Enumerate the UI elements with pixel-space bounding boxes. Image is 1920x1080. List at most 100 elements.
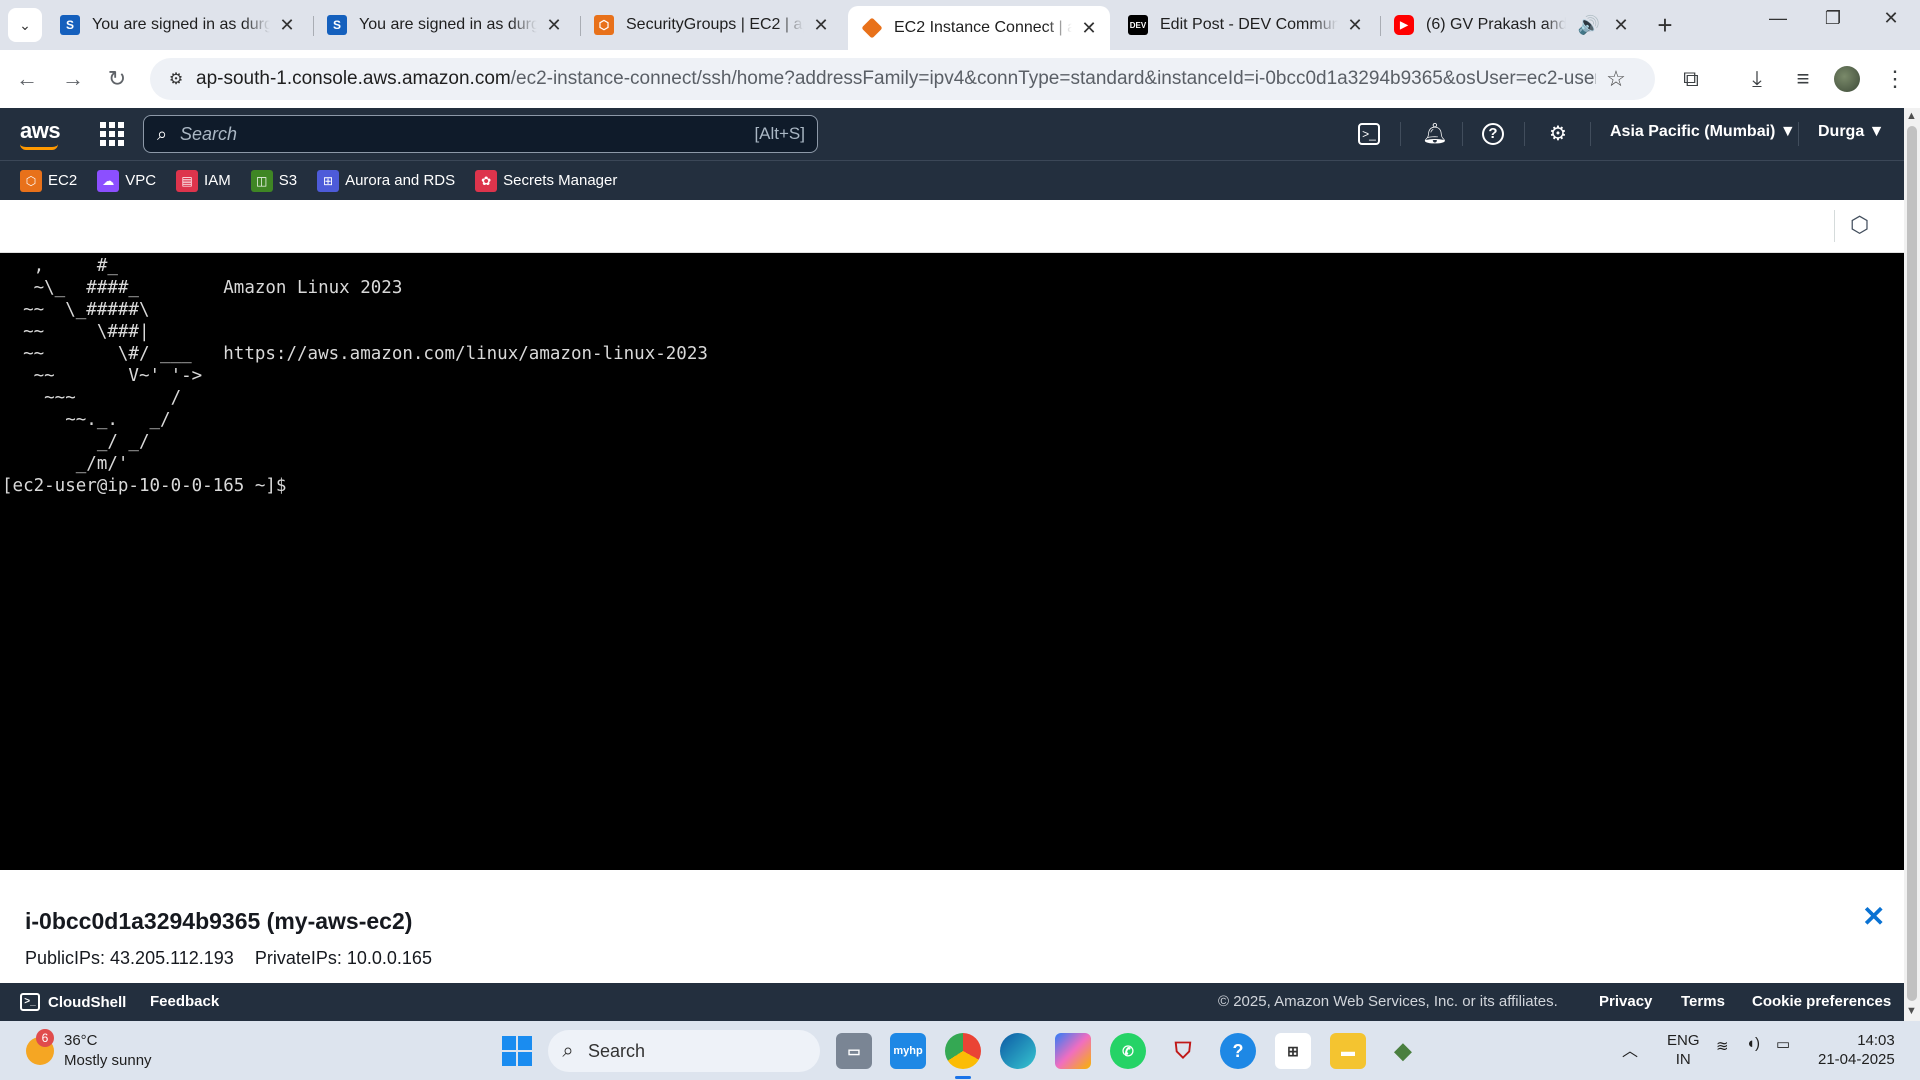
whatsapp-icon[interactable]: ✆ <box>1110 1033 1146 1069</box>
bell-icon[interactable]: 🔔︎ <box>1421 120 1449 148</box>
instance-info-panel: i-0bcc0d1a3294b9365 (my-aws-ec2) PublicI… <box>0 870 1904 983</box>
back-arrow-icon[interactable]: ← <box>12 64 42 94</box>
terms-link[interactable]: Terms <box>1681 993 1725 1010</box>
taskbar-search[interactable]: ⌕ Search <box>548 1030 820 1072</box>
myhp-icon[interactable]: myhp <box>890 1033 926 1069</box>
app-icon[interactable]: ◆ <box>1385 1033 1421 1069</box>
file-explorer-icon[interactable]: ▬ <box>1330 1033 1366 1069</box>
close-icon[interactable]: ✕ <box>1612 15 1630 36</box>
clock[interactable]: 14:03 21-04-2025 <box>1818 1031 1895 1069</box>
profile-avatar[interactable] <box>1834 66 1860 92</box>
forward-arrow-icon[interactable]: → <box>58 64 88 94</box>
help-icon[interactable]: ? <box>1482 123 1504 145</box>
ec2-favicon-icon: ⬡ <box>594 15 614 35</box>
browser-toolbar: ← → ↻ ⚙ ap-south-1.console.aws.amazon.co… <box>0 50 1920 108</box>
feedback-link[interactable]: Feedback <box>150 993 219 1010</box>
extensions-icon[interactable]: ⧉ <box>1676 66 1706 92</box>
close-icon[interactable]: ✕ <box>278 15 296 36</box>
instance-ips: PublicIPs: 43.205.112.193 PrivateIPs: 10… <box>25 948 448 969</box>
tab-title: Edit Post - DEV Community <box>1160 16 1338 33</box>
instance-connect-toolbar: ⬡ <box>0 200 1904 253</box>
favorite-aurora-rds[interactable]: ⊞ Aurora and RDS <box>317 169 455 192</box>
close-icon[interactable]: ✕ <box>1080 18 1098 39</box>
restore-button[interactable]: ❐ <box>1813 8 1853 29</box>
edge-icon[interactable] <box>1000 1033 1036 1069</box>
weather-condition: Mostly sunny <box>64 1052 152 1069</box>
media-control-icon[interactable]: ≡ <box>1788 66 1818 92</box>
cloudshell-button[interactable]: >_ CloudShell <box>20 993 126 1011</box>
gear-icon[interactable]: ⚙ <box>1544 120 1572 148</box>
tab-title: EC2 Instance Connect | ap- <box>894 19 1072 36</box>
account-menu[interactable]: Durga ▼ <box>1818 123 1885 141</box>
ssh-terminal[interactable]: , #_ ~\_ ####_ Amazon Linux 2023 ~~ \_##… <box>0 253 1904 870</box>
task-view-icon[interactable]: ▭ <box>836 1033 872 1069</box>
speaker-icon[interactable]: 🔊 <box>1574 15 1604 36</box>
wifi-icon[interactable]: ≋ <box>1716 1037 1729 1055</box>
volume-icon[interactable]: ◖) <box>1746 1035 1760 1052</box>
weather-widget[interactable]: 6 36°C Mostly sunny <box>26 1029 152 1071</box>
services-grid-icon[interactable] <box>100 122 124 146</box>
language-indicator[interactable]: ENG IN <box>1667 1031 1700 1069</box>
favorite-iam[interactable]: ▤ IAM <box>176 169 231 192</box>
url-text[interactable]: ap-south-1.console.aws.amazon.com/ec2-in… <box>196 68 1596 90</box>
browser-tab-2[interactable]: S You are signed in as durga ✕ <box>313 6 575 44</box>
privacy-link[interactable]: Privacy <box>1599 993 1652 1010</box>
bookmark-star-icon[interactable]: ☆ <box>1596 66 1636 92</box>
browser-tab-active[interactable]: EC2 Instance Connect | ap- ✕ <box>848 6 1110 50</box>
address-bar[interactable]: ⚙ ap-south-1.console.aws.amazon.com/ec2-… <box>150 58 1655 100</box>
private-ip: PrivateIPs: 10.0.0.165 <box>254 948 432 968</box>
browser-tab-3[interactable]: ⬡ SecurityGroups | EC2 | ap-s ✕ <box>580 6 842 44</box>
favorite-ec2[interactable]: ⬡ EC2 <box>20 169 77 192</box>
cube-favicon-icon <box>861 17 883 39</box>
download-icon[interactable]: ⤓ <box>1742 66 1772 92</box>
site-info-icon[interactable]: ⚙ <box>156 69 196 89</box>
scroll-up-arrow-icon[interactable]: ▲ <box>1906 110 1917 122</box>
favorite-s3[interactable]: ◫ S3 <box>250 169 297 192</box>
dev-favicon-icon: DEV <box>1128 15 1148 35</box>
ec2-icon: ⬡ <box>20 169 42 192</box>
favorite-vpc[interactable]: ☁ VPC <box>97 169 156 192</box>
close-icon[interactable]: ✕ <box>1346 15 1364 36</box>
aws-logo[interactable]: aws <box>20 118 61 150</box>
copyright: © 2025, Amazon Web Services, Inc. or its… <box>1218 993 1558 1010</box>
page-scrollbar[interactable]: ▲ ▼ <box>1904 108 1920 1021</box>
close-icon[interactable]: ✕ <box>1862 900 1885 933</box>
favorite-secrets-manager[interactable]: ✿ Secrets Manager <box>475 169 617 192</box>
cookie-preferences-link[interactable]: Cookie preferences <box>1752 993 1891 1010</box>
browser-tab-5[interactable]: DEV Edit Post - DEV Community ✕ <box>1114 6 1376 44</box>
minimize-button[interactable]: — <box>1758 8 1798 29</box>
search-shortcut: [Alt+S] <box>754 124 805 143</box>
close-icon[interactable]: ✕ <box>812 15 830 36</box>
mcafee-icon[interactable]: ⛉ <box>1165 1033 1201 1069</box>
region-selector[interactable]: Asia Pacific (Mumbai) ▼ <box>1610 123 1796 141</box>
rds-icon: ⊞ <box>317 169 340 192</box>
terminal-line: ~~ \###| <box>2 322 150 342</box>
scroll-down-arrow-icon[interactable]: ▼ <box>1906 1005 1917 1017</box>
tab-search-button[interactable]: ⌄ <box>8 8 42 42</box>
cloudshell-icon[interactable]: >_ <box>1358 123 1380 145</box>
store-icon[interactable]: ⊞ <box>1275 1033 1311 1069</box>
terminal-line: [ec2-user@ip-10-0-0-165 ~]$ <box>2 476 298 496</box>
reload-icon[interactable]: ↻ <box>102 64 132 94</box>
close-icon[interactable]: ✕ <box>545 15 563 36</box>
settings-hex-icon[interactable]: ⬡ <box>1850 212 1869 238</box>
terminal-line: _/m/' <box>2 454 129 474</box>
terminal-icon: >_ <box>20 993 40 1011</box>
battery-icon[interactable]: ▭ <box>1776 1035 1790 1053</box>
copilot-icon[interactable] <box>1055 1033 1091 1069</box>
s-favicon-icon: S <box>327 15 347 35</box>
public-ip: PublicIPs: 43.205.112.193 <box>25 948 234 968</box>
new-tab-button[interactable]: + <box>1650 10 1680 40</box>
terminal-line: , #_ <box>2 256 118 276</box>
start-button[interactable] <box>502 1036 532 1066</box>
kebab-menu-icon[interactable]: ⋮ <box>1880 66 1910 92</box>
browser-tab-1[interactable]: S You are signed in as durga ✕ <box>46 6 308 44</box>
s3-icon: ◫ <box>250 169 273 192</box>
aws-search-input[interactable]: ⌕ Search [Alt+S] <box>143 115 818 153</box>
close-window-button[interactable]: ✕ <box>1871 8 1911 29</box>
scrollbar-thumb[interactable] <box>1907 126 1917 1001</box>
browser-tab-6[interactable]: ▶ (6) GV Prakash and Sai 🔊 ✕ <box>1380 6 1642 44</box>
chrome-icon[interactable] <box>945 1033 981 1079</box>
help-icon[interactable]: ? <box>1220 1033 1256 1069</box>
tray-overflow-icon[interactable]: ︿ <box>1622 1037 1638 1061</box>
